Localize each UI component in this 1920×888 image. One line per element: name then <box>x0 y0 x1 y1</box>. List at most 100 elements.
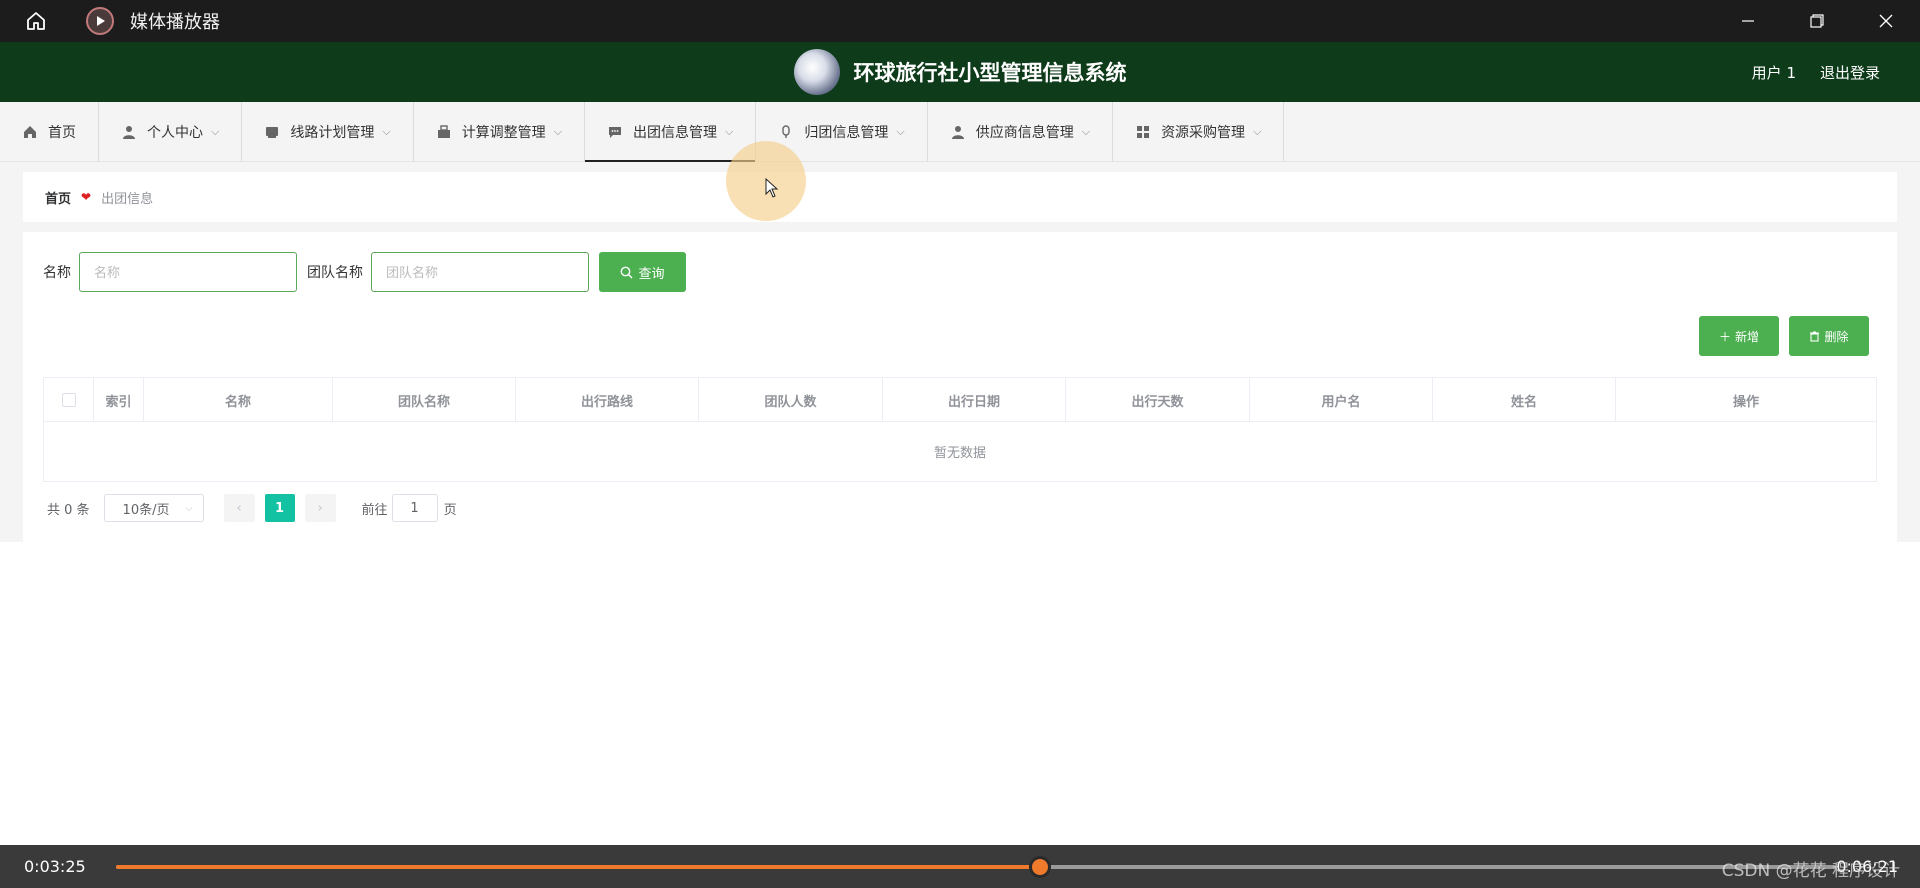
media-player-icon <box>86 7 114 35</box>
chevron-right-icon: › <box>317 500 323 516</box>
chevron-down-icon: ⌵ <box>896 125 905 138</box>
column-header[interactable]: 用户名 <box>1250 378 1433 422</box>
column-header[interactable]: 出行日期 <box>883 378 1066 422</box>
chat-icon <box>607 124 623 140</box>
minimize-button[interactable] <box>1713 0 1782 42</box>
next-page-button[interactable]: › <box>304 494 336 522</box>
goto-suffix: 页 <box>443 502 457 518</box>
goto-prefix: 前往 <box>361 502 388 518</box>
nav-label: 供应商信息管理 <box>975 125 1074 141</box>
close-button[interactable] <box>1851 0 1920 42</box>
calc-icon <box>436 124 452 140</box>
chevron-down-icon: ⌵ <box>184 502 193 514</box>
column-header[interactable]: 出行天数 <box>1066 378 1250 422</box>
player-titlebar: 媒体播放器 <box>0 0 1920 42</box>
system-logo <box>793 49 840 95</box>
current-time: 0:03:25 <box>24 857 86 876</box>
add-button[interactable]: ＋ 新增 <box>1699 316 1779 356</box>
nav-item-departure-info[interactable]: 出团信息管理 ⌵ <box>585 102 757 162</box>
close-icon <box>1879 14 1892 28</box>
column-header[interactable]: 出行路线 <box>516 378 699 422</box>
select-all-cell <box>44 378 94 422</box>
nav-label: 首页 <box>48 125 76 141</box>
delete-button[interactable]: 删除 <box>1789 316 1869 356</box>
route-icon <box>264 124 280 140</box>
nav-label: 计算调整管理 <box>461 125 546 141</box>
restore-icon <box>1809 14 1824 28</box>
chevron-left-icon: ‹ <box>236 500 242 516</box>
minimize-icon <box>1741 20 1754 22</box>
top-nav: 首页 个人中心 ⌵ 线路计划管理 ⌵ 计算调整管理 ⌵ 出团信息管理 ⌵ 归团信… <box>0 102 1920 162</box>
chevron-down-icon: ⌵ <box>382 125 391 138</box>
column-header[interactable]: 索引 <box>94 378 144 422</box>
nav-item-supplier-info[interactable]: 供应商信息管理 ⌵ <box>928 102 1114 162</box>
name-label: 名称 <box>43 265 71 281</box>
column-header[interactable]: 团队人数 <box>699 378 883 422</box>
user-icon <box>121 124 137 140</box>
seek-bar[interactable] <box>116 856 1836 878</box>
delete-button-label: 删除 <box>1824 329 1849 344</box>
supplier-icon <box>950 124 966 140</box>
column-header: 操作 <box>1732 394 1759 410</box>
player-controls: 0:03:25 0:06:21 <box>0 845 1920 888</box>
data-table: 索引 名称 团队名称 出行路线 团队人数 出行日期 出行天数 用户名 姓名 操作… <box>43 377 1877 482</box>
nav-item-route-plan[interactable]: 线路计划管理 ⌵ <box>242 102 414 162</box>
heart-icon: ❤ <box>81 190 92 204</box>
grid-icon <box>1135 124 1151 140</box>
query-button-label: 查询 <box>638 266 665 282</box>
breadcrumb-home[interactable]: 首页 <box>45 188 71 207</box>
nav-label: 线路计划管理 <box>290 125 375 141</box>
nav-label: 个人中心 <box>147 125 203 141</box>
goto-page-input[interactable]: 1 <box>391 494 438 522</box>
home-button[interactable] <box>0 0 72 42</box>
chevron-down-icon: ⌵ <box>725 125 734 138</box>
nav-item-personal-center[interactable]: 个人中心 ⌵ <box>99 102 243 162</box>
query-button[interactable]: 查询 <box>599 252 686 292</box>
page-size-select[interactable]: 10条/页 ⌵ <box>103 494 204 522</box>
pagination: 共 0 条 10条/页 ⌵ ‹ 1 › 前往 1 页 <box>47 494 457 522</box>
search-form: 名称 团队名称 查询 <box>43 252 686 292</box>
team-name-input[interactable] <box>371 252 589 292</box>
chevron-down-icon: ⌵ <box>1081 125 1091 138</box>
home-icon <box>22 124 38 140</box>
nav-item-home[interactable]: 首页 <box>0 102 99 162</box>
chevron-down-icon: ⌵ <box>1253 125 1262 138</box>
chevron-down-icon: ⌵ <box>553 125 563 138</box>
mic-icon <box>778 124 794 140</box>
system-title: 环球旅行社小型管理信息系统 <box>853 61 1127 85</box>
mouse-cursor-icon <box>765 178 779 198</box>
seek-progress <box>116 865 1040 869</box>
page-size-value: 10条/页 <box>122 502 170 518</box>
table-empty-text: 暂无数据 <box>933 446 986 461</box>
column-header[interactable]: 团队名称 <box>333 378 516 422</box>
nav-item-calc-adjust[interactable]: 计算调整管理 ⌵ <box>414 102 586 162</box>
column-header[interactable]: 姓名 <box>1433 378 1616 422</box>
breadcrumb-current: 出团信息 <box>101 191 154 207</box>
user-name[interactable]: 用户 1 <box>1752 62 1796 83</box>
name-input[interactable] <box>79 252 297 292</box>
window-title: 媒体播放器 <box>130 12 220 33</box>
plus-icon: ＋ <box>1718 329 1731 344</box>
nav-item-resource-purchase[interactable]: 资源采购管理 ⌵ <box>1113 102 1285 162</box>
logout-link[interactable]: 退出登录 <box>1820 62 1880 83</box>
seek-handle[interactable] <box>1028 856 1051 878</box>
watermark-text: CSDN @花花 程序设计 <box>1721 861 1900 881</box>
nav-label: 资源采购管理 <box>1161 125 1246 141</box>
nav-label: 出团信息管理 <box>633 125 718 141</box>
restore-button[interactable] <box>1782 0 1851 42</box>
select-all-checkbox[interactable] <box>61 393 76 407</box>
trash-icon <box>1810 331 1820 342</box>
search-icon <box>621 266 633 278</box>
chevron-down-icon: ⌵ <box>211 125 220 138</box>
table-header: 索引 名称 团队名称 出行路线 团队人数 出行日期 出行天数 用户名 姓名 操作 <box>44 378 1876 422</box>
prev-page-button[interactable]: ‹ <box>223 494 255 522</box>
main-panel: 名称 团队名称 查询 ＋ 新增 删除 索引 名称 团队名称 出行路线 团队人数 … <box>23 232 1897 542</box>
breadcrumb: 首页 ❤ 出团信息 <box>23 172 1897 222</box>
column-header[interactable]: 名称 <box>144 378 333 422</box>
team-name-label: 团队名称 <box>307 265 363 281</box>
page-number-current[interactable]: 1 <box>264 494 295 522</box>
nav-label: 归团信息管理 <box>804 125 889 141</box>
app-header: 环球旅行社小型管理信息系统 用户 1 退出登录 <box>0 42 1920 102</box>
total-count: 共 0 条 <box>47 502 90 518</box>
home-icon <box>27 12 45 30</box>
